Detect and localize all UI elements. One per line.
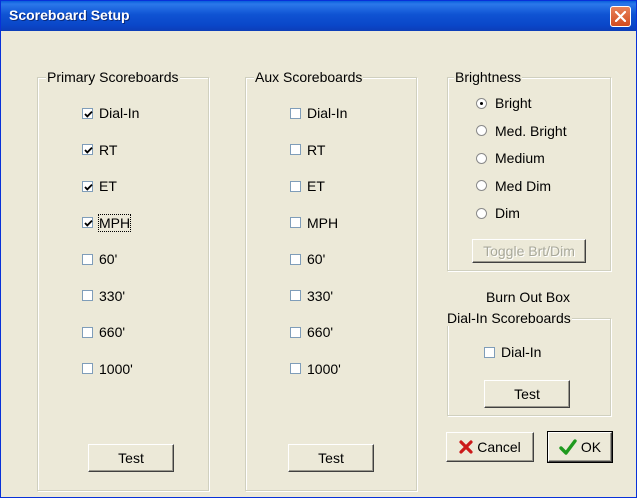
aux-scoreboards-group: Aux Scoreboards Dial-In RT ET MPH 60' 330' 660… [245, 69, 417, 491]
primary-checkbox-label: 330' [99, 287, 126, 304]
aux-checkbox[interactable] [290, 107, 301, 119]
dial-in-scoreboards-legend: Dial-In Scoreboards [446, 310, 572, 326]
cancel-label: Cancel [477, 439, 521, 455]
primary-checkbox[interactable] [82, 253, 93, 265]
primary-checkbox-label: MPH [97, 213, 132, 232]
primary-checkbox[interactable] [82, 290, 93, 301]
dialog-body: Primary Scoreboards Dial-In RT ET MPH 60' 330… [5, 35, 632, 493]
aux-checkbox-label: ET [307, 178, 325, 194]
aux-checkbox[interactable] [290, 290, 301, 301]
aux-checkbox-row[interactable]: MPH [290, 214, 338, 232]
aux-checkbox-row[interactable]: RT [290, 141, 325, 159]
primary-checkbox[interactable] [82, 144, 93, 155]
checkmark-icon [559, 439, 577, 455]
primary-checkbox-row[interactable]: 60' [82, 250, 117, 268]
toggle-brt-dim-label: Toggle Brt/Dim [483, 243, 575, 259]
primary-checkbox-row[interactable]: Dial-In [82, 104, 139, 122]
brightness-radio-row[interactable]: Dim [476, 204, 520, 222]
aux-checkbox-label: Dial-In [307, 105, 348, 121]
window-title: Scoreboard Setup [9, 7, 130, 23]
primary-checkbox-label: 60' [99, 251, 118, 267]
scoreboard-setup-dialog: Scoreboard Setup Primary Scoreboards Dia… [0, 0, 637, 498]
toggle-brt-dim-button[interactable]: Toggle Brt/Dim [472, 239, 586, 263]
aux-checkbox[interactable] [290, 217, 301, 228]
primary-scoreboards-legend: Primary Scoreboards [46, 69, 180, 85]
primary-test-button[interactable]: Test [88, 444, 174, 472]
aux-checkbox-row[interactable]: 60' [290, 250, 325, 268]
brightness-radio-label: Medium [495, 150, 545, 166]
aux-checkbox-label: 660' [307, 324, 334, 340]
aux-test-button[interactable]: Test [288, 444, 374, 472]
aux-checkbox-label: MPH [307, 214, 339, 231]
radio-selected-dot [480, 101, 483, 105]
burnout-test-label: Test [514, 386, 540, 402]
burnout-dial-in-checkbox[interactable] [484, 346, 495, 358]
brightness-radio[interactable] [476, 180, 487, 191]
primary-checkbox[interactable] [82, 217, 93, 228]
brightness-radio[interactable] [476, 97, 487, 109]
brightness-group: Brightness Bright Med. Bright Medium Med Di… [447, 69, 611, 271]
brightness-legend: Brightness [454, 69, 523, 85]
brightness-radio-label: Bright [495, 95, 532, 111]
primary-checkbox[interactable] [82, 107, 93, 119]
primary-checkbox-label: RT [99, 141, 118, 158]
primary-checkbox-row[interactable]: ET [82, 177, 117, 195]
primary-checkbox-row[interactable]: 660' [82, 323, 125, 341]
burnout-dial-in-checkbox-row[interactable]: Dial-In [484, 343, 541, 361]
aux-checkbox-label: 1000' [307, 360, 341, 377]
aux-checkbox-row[interactable]: Dial-In [290, 104, 347, 122]
aux-checkbox-label: 330' [307, 287, 334, 304]
aux-checkbox-row[interactable]: 1000' [290, 360, 341, 378]
primary-checkbox-label: 660' [99, 324, 126, 340]
aux-checkbox-label: 60' [307, 251, 326, 267]
brightness-radio-label: Med Dim [495, 177, 552, 194]
aux-checkbox[interactable] [290, 363, 301, 374]
primary-scoreboards-group: Primary Scoreboards Dial-In RT ET MPH 60' 330… [37, 69, 209, 491]
aux-checkbox[interactable] [290, 326, 301, 338]
aux-checkbox[interactable] [290, 144, 301, 155]
cancel-button[interactable]: Cancel [446, 432, 534, 462]
x-icon [459, 440, 473, 454]
primary-checkbox-row[interactable]: MPH [82, 213, 132, 232]
ok-button[interactable]: OK [547, 431, 613, 463]
brightness-radio-label: Med. Bright [495, 122, 567, 139]
brightness-radio-label: Dim [495, 205, 520, 221]
aux-checkbox-row[interactable]: 330' [290, 287, 333, 305]
primary-checkbox-label: ET [99, 178, 117, 194]
close-icon [615, 11, 626, 22]
primary-checkbox-label: 1000' [99, 360, 133, 377]
brightness-radio-row[interactable]: Bright [476, 94, 532, 112]
brightness-radio-row[interactable]: Medium [476, 149, 545, 167]
aux-checkbox-row[interactable]: ET [290, 177, 325, 195]
primary-checkbox-row[interactable]: 330' [82, 287, 125, 305]
title-bar[interactable]: Scoreboard Setup [1, 1, 636, 31]
primary-checkbox-row[interactable]: 1000' [82, 360, 133, 378]
primary-checkbox-label: Dial-In [99, 105, 140, 121]
brightness-radio[interactable] [476, 125, 487, 136]
aux-scoreboards-legend: Aux Scoreboards [254, 69, 364, 85]
aux-checkbox-row[interactable]: 660' [290, 323, 333, 341]
ok-label: OK [580, 439, 602, 455]
brightness-radio-row[interactable]: Med Dim [476, 177, 551, 195]
primary-checkbox-row[interactable]: RT [82, 141, 117, 159]
primary-checkbox[interactable] [82, 180, 93, 192]
burnout-dial-in-label: Dial-In [501, 344, 542, 360]
brightness-radio-row[interactable]: Med. Bright [476, 122, 567, 140]
close-button[interactable] [610, 6, 631, 27]
aux-test-label: Test [318, 450, 344, 466]
burnout-test-button[interactable]: Test [484, 380, 570, 408]
dial-in-scoreboards-group: Dial-In Scoreboards Dial-In Test [446, 310, 611, 416]
aux-checkbox[interactable] [290, 180, 301, 192]
primary-checkbox[interactable] [82, 326, 93, 338]
primary-checkbox[interactable] [82, 363, 93, 374]
brightness-radio[interactable] [476, 152, 487, 164]
aux-checkbox-label: RT [307, 141, 326, 158]
burn-out-box-heading: Burn Out Box [485, 289, 571, 305]
brightness-radio[interactable] [476, 207, 487, 219]
primary-test-label: Test [118, 450, 144, 466]
aux-checkbox[interactable] [290, 253, 301, 265]
